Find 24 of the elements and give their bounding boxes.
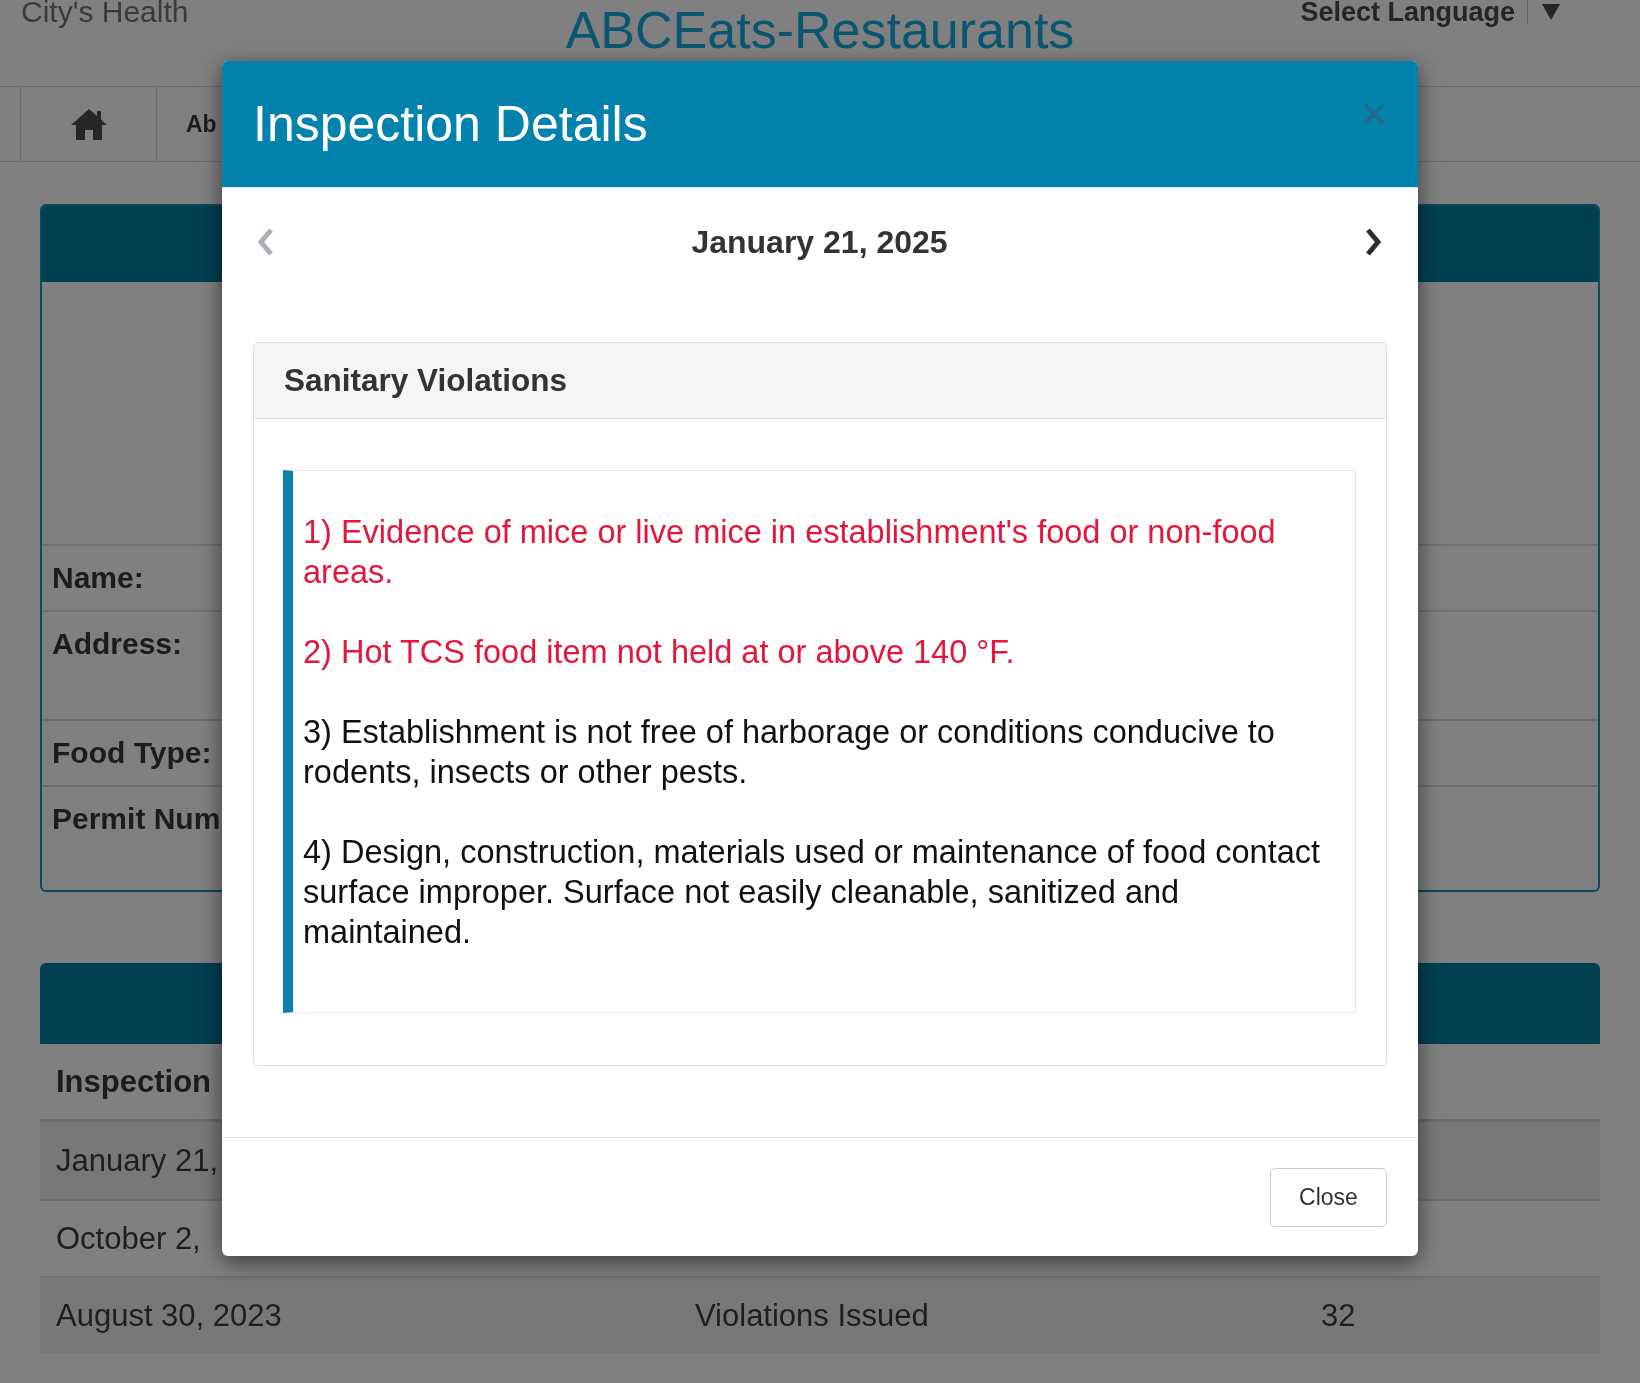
field-label: Permit Num [52, 802, 221, 835]
field-label: Name: [52, 561, 144, 594]
table-cell: January 21, [56, 1142, 218, 1179]
column-header: Inspection [56, 1063, 211, 1100]
table-cell: August 30, 2023 [56, 1297, 282, 1334]
home-icon [70, 108, 107, 140]
violation-text: 1) Evidence of mice or live mice in establishment's food or non-food areas. [303, 513, 1277, 592]
home-tab[interactable] [20, 87, 157, 161]
panel-heading: Sanitary Violations [254, 343, 1386, 419]
caret-icon [1542, 4, 1560, 20]
violation-text: 3) Establishment is not free of harborage or conditions conducive to rodents, insects or other pests. [303, 713, 1276, 792]
modal-title: Inspection Details [253, 95, 648, 153]
table-cell: 32 [1321, 1297, 1356, 1334]
nav-link[interactable]: Ab [157, 87, 217, 161]
inspection-date: January 21, 2025 [691, 223, 948, 261]
site-title: ABCEats-Restaurants [565, 0, 1075, 60]
close-button[interactable]: Close [1270, 1168, 1387, 1227]
table-cell: October 2, [56, 1220, 201, 1257]
violation-text: 2) Hot TCS food item not held at or above 140 °F. [303, 633, 1016, 672]
table-cell: Violations Issued [695, 1297, 929, 1334]
violation-text: 4) Design, construction, materials used or maintenance of food contact surface improper. Surface not easily cleanable, sanitized and maintained. [303, 833, 1322, 952]
field-label: Address: [52, 627, 183, 660]
field-label: Food Type: [52, 736, 212, 769]
chevron-right-icon[interactable] [1365, 228, 1381, 256]
